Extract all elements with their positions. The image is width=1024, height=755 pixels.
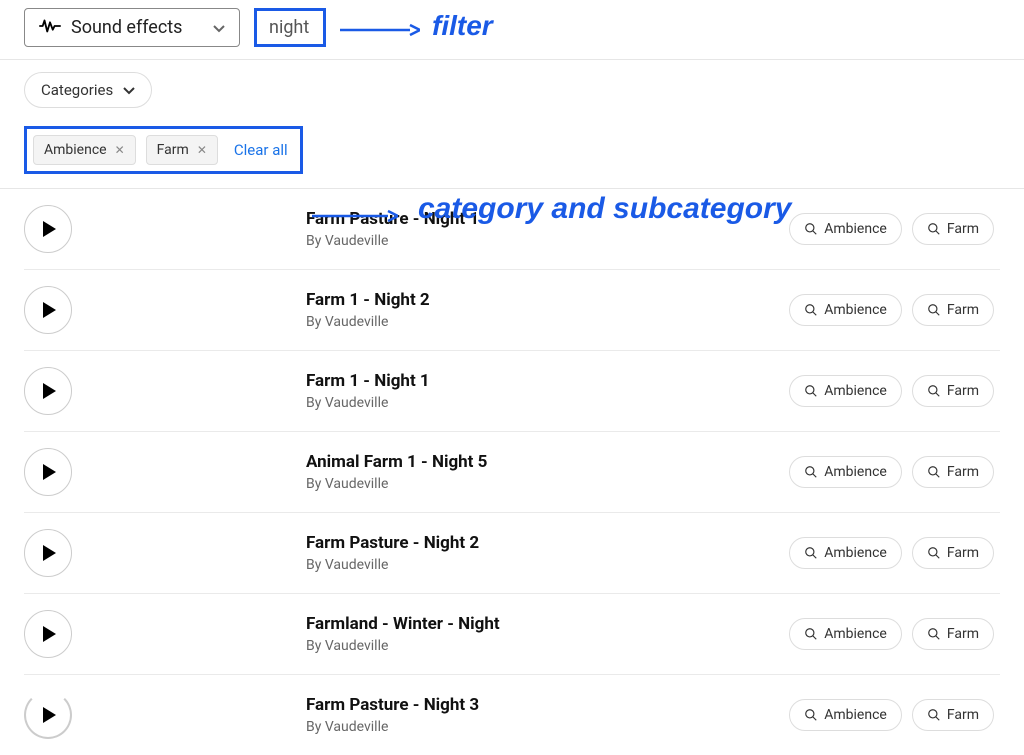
track-author: By Vaudeville — [306, 395, 789, 411]
top-bar: Sound effects night filter — [0, 0, 1024, 60]
play-icon — [43, 626, 56, 642]
track-title: Farmland - Winter - Night — [306, 614, 789, 634]
track-author: By Vaudeville — [306, 314, 789, 330]
track-row: Farm 1 - Night 2 By Vaudeville Ambience … — [24, 270, 1000, 351]
track-tags: Ambience Farm — [789, 699, 994, 731]
filter-chip-ambience[interactable]: Ambience ✕ — [33, 135, 136, 165]
track-title: Farm 1 - Night 2 — [306, 290, 789, 310]
track-tags: Ambience Farm — [789, 537, 994, 569]
track-info: Farm 1 - Night 1 By Vaudeville — [306, 371, 789, 411]
track-tags: Ambience Farm — [789, 618, 994, 650]
tag-farm[interactable]: Farm — [912, 375, 994, 407]
tag-farm[interactable]: Farm — [912, 456, 994, 488]
search-icon — [927, 222, 941, 236]
search-icon — [927, 303, 941, 317]
tag-ambience[interactable]: Ambience — [789, 294, 902, 326]
track-info: Farmland - Winter - Night By Vaudeville — [306, 614, 789, 654]
track-author: By Vaudeville — [306, 476, 789, 492]
tag-ambience[interactable]: Ambience — [789, 537, 902, 569]
track-tags: Ambience Farm — [789, 375, 994, 407]
close-icon[interactable]: ✕ — [197, 143, 207, 157]
type-select-dropdown[interactable]: Sound effects — [24, 8, 240, 47]
tag-farm[interactable]: Farm — [912, 294, 994, 326]
track-info: Farm 1 - Night 2 By Vaudeville — [306, 290, 789, 330]
annotation-filter-label: filter — [432, 10, 493, 42]
search-icon — [927, 384, 941, 398]
filter-highlight-box: Ambience ✕ Farm ✕ Clear all — [24, 126, 303, 174]
play-button[interactable] — [24, 610, 72, 658]
track-title: Animal Farm 1 - Night 5 — [306, 452, 789, 472]
track-row: Farmland - Winter - Night By Vaudeville … — [24, 594, 1000, 675]
chevron-down-icon — [123, 81, 135, 99]
track-title: Farm Pasture - Night 3 — [306, 695, 789, 715]
play-button[interactable] — [24, 286, 72, 334]
chevron-down-icon — [213, 18, 225, 37]
track-row: Farm 1 - Night 1 By Vaudeville Ambience … — [24, 351, 1000, 432]
search-icon — [804, 465, 818, 479]
play-icon — [43, 302, 56, 318]
track-info: Farm Pasture - Night 2 By Vaudeville — [306, 533, 789, 573]
annotation-arrow — [312, 208, 398, 224]
play-icon — [43, 383, 56, 399]
tag-ambience[interactable]: Ambience — [789, 213, 902, 245]
track-tags: Ambience Farm — [789, 213, 994, 245]
search-icon — [927, 465, 941, 479]
track-tags: Ambience Farm — [789, 294, 994, 326]
tag-farm[interactable]: Farm — [912, 537, 994, 569]
play-button[interactable] — [24, 205, 72, 253]
track-title: Farm 1 - Night 1 — [306, 371, 789, 391]
play-button[interactable] — [24, 367, 72, 415]
tag-farm[interactable]: Farm — [912, 213, 994, 245]
tag-farm[interactable]: Farm — [912, 618, 994, 650]
type-select-label: Sound effects — [71, 17, 213, 38]
search-icon — [927, 546, 941, 560]
search-icon — [927, 708, 941, 722]
search-icon — [804, 708, 818, 722]
tag-farm[interactable]: Farm — [912, 699, 994, 731]
search-icon — [804, 627, 818, 641]
play-icon — [43, 545, 56, 561]
tag-ambience[interactable]: Ambience — [789, 375, 902, 407]
results-list: Farm Pasture - Night 1 By Vaudeville Amb… — [0, 189, 1024, 755]
track-author: By Vaudeville — [306, 719, 789, 735]
track-row: Farm Pasture - Night 3 By Vaudeville Amb… — [24, 675, 1000, 755]
search-icon — [927, 627, 941, 641]
filter-chip-farm[interactable]: Farm ✕ — [146, 135, 218, 165]
clear-all-button[interactable]: Clear all — [228, 137, 294, 163]
track-tags: Ambience Farm — [789, 456, 994, 488]
track-author: By Vaudeville — [306, 638, 789, 654]
waveform-icon — [39, 18, 61, 38]
track-info: Farm Pasture - Night 3 By Vaudeville — [306, 695, 789, 735]
track-author: By Vaudeville — [306, 557, 789, 573]
close-icon[interactable]: ✕ — [115, 143, 125, 157]
track-info: Animal Farm 1 - Night 5 By Vaudeville — [306, 452, 789, 492]
annotation-arrow — [340, 22, 420, 38]
search-icon — [804, 222, 818, 236]
play-icon — [43, 464, 56, 480]
categories-dropdown[interactable]: Categories — [24, 72, 152, 108]
play-button-loading[interactable] — [24, 691, 72, 739]
search-input[interactable]: night — [269, 17, 309, 38]
track-row: Farm Pasture - Night 2 By Vaudeville Amb… — [24, 513, 1000, 594]
active-filters: Ambience ✕ Farm ✕ Clear all — [24, 126, 1000, 174]
track-title: Farm Pasture - Night 2 — [306, 533, 789, 553]
search-icon — [804, 384, 818, 398]
search-input-highlight: night — [254, 8, 326, 47]
chip-label: Farm — [157, 142, 189, 158]
play-icon — [43, 221, 56, 237]
chip-label: Ambience — [44, 142, 107, 158]
tag-ambience[interactable]: Ambience — [789, 699, 902, 731]
tag-ambience[interactable]: Ambience — [789, 456, 902, 488]
spinner-icon — [24, 691, 72, 739]
search-icon — [804, 303, 818, 317]
tag-ambience[interactable]: Ambience — [789, 618, 902, 650]
filters-bar: Categories Ambience ✕ Farm ✕ Clear all c… — [0, 60, 1024, 189]
play-button[interactable] — [24, 448, 72, 496]
annotation-category-label: category and subcategory — [418, 192, 791, 226]
search-icon — [804, 546, 818, 560]
categories-label: Categories — [41, 81, 113, 99]
play-button[interactable] — [24, 529, 72, 577]
track-row: Animal Farm 1 - Night 5 By Vaudeville Am… — [24, 432, 1000, 513]
track-author: By Vaudeville — [306, 233, 789, 249]
